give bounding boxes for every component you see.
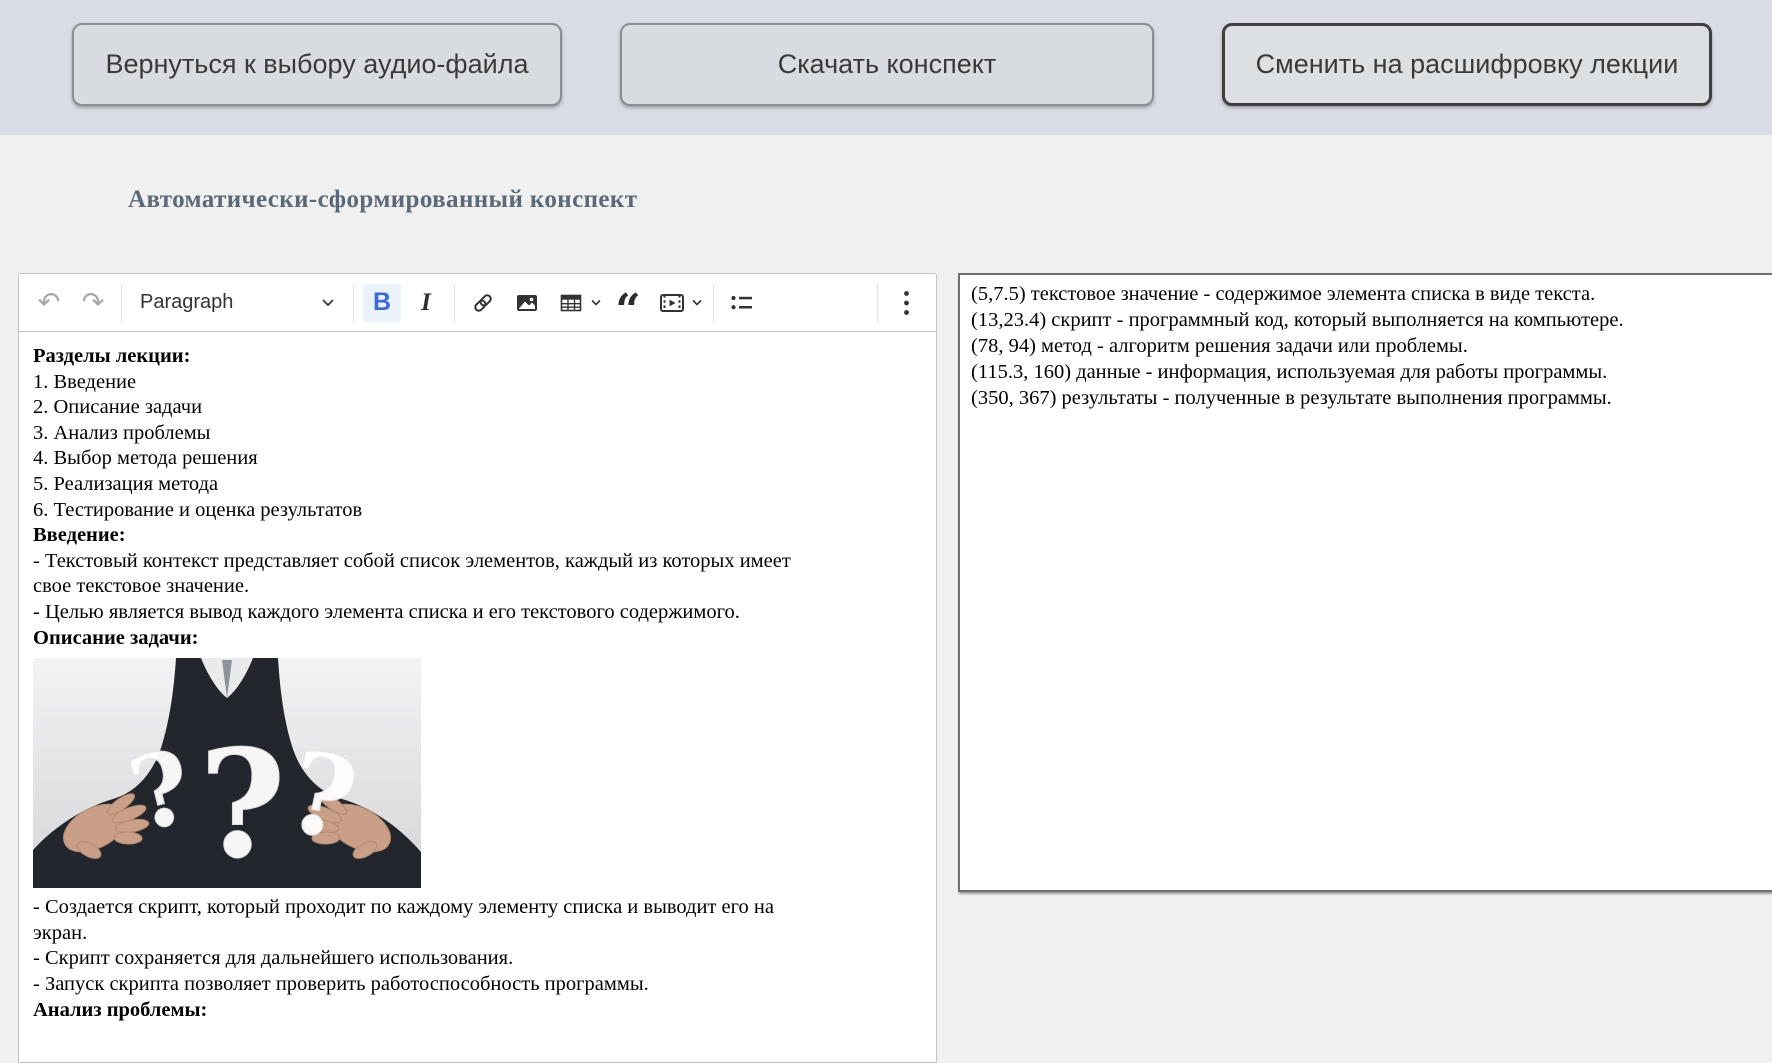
section-heading: Разделы лекции:: [33, 345, 191, 367]
redo-button[interactable]: ↷: [74, 284, 112, 322]
toolbar-overflow-button[interactable]: [887, 284, 925, 322]
insert-media-button[interactable]: [650, 284, 707, 322]
timestamp-line: (350, 367) результаты - полученные в рез…: [971, 387, 1612, 409]
question-marks-photo-image: ? ? ?: [33, 658, 421, 892]
timestamp-line: (78, 94) метод - алгоритм решения задачи…: [971, 335, 1468, 357]
block-quote-icon: “: [615, 285, 641, 337]
overflow-menu-icon: [903, 290, 909, 315]
chevron-down-icon: [322, 299, 334, 307]
block-quote-button[interactable]: “: [609, 284, 647, 337]
toolbar-separator: [454, 283, 455, 322]
italic-button[interactable]: I: [407, 284, 445, 322]
italic-icon: I: [421, 288, 431, 316]
content-line: - Создается скрипт, который проходит по …: [33, 896, 774, 944]
chevron-down-icon: [591, 299, 601, 306]
insert-image-button[interactable]: [508, 284, 546, 322]
content-line: 3. Анализ проблемы: [33, 421, 211, 444]
toolbar-separator: [353, 283, 354, 322]
content-line: - Целью является вывод каждого элемента …: [33, 600, 740, 623]
content-line: - Запуск скрипта позволяет проверить раб…: [33, 972, 649, 995]
svg-text:?: ?: [199, 717, 286, 888]
table-icon: [560, 294, 582, 311]
paragraph-style-label: Paragraph: [140, 291, 234, 313]
chevron-down-icon: [692, 299, 702, 306]
editor-toolbar: ↶ ↷ Paragraph B I “: [19, 274, 936, 332]
content-line: - Скрипт сохраняется для дальнейшего исп…: [33, 947, 514, 970]
content-line: 2. Описание задачи: [33, 396, 203, 419]
question-marks-photo[interactable]: ? ? ?: [33, 658, 421, 892]
section-heading: Описание задачи:: [33, 626, 199, 649]
content-line: - Текстовый контекст представляет собой …: [33, 549, 791, 598]
section-heading: Введение:: [33, 524, 126, 547]
content-line: 4. Выбор метода решения: [33, 447, 258, 470]
media-embed-icon: [660, 293, 684, 312]
undo-button[interactable]: ↶: [30, 284, 68, 322]
editor-content[interactable]: Разделы лекции: 1. Введение 2. Описание за…: [19, 332, 936, 1035]
bulleted-list-icon: [731, 295, 752, 309]
insert-table-button[interactable]: [549, 284, 606, 322]
content-line: 5. Реализация метода: [33, 472, 219, 495]
bulleted-list-button[interactable]: [723, 284, 761, 322]
timestamp-line: (115.3, 160) данные - информация, исполь…: [971, 361, 1608, 383]
bold-button[interactable]: B: [363, 283, 401, 322]
top-button-bar: Вернуться к выбору аудио-файла Скачать к…: [0, 0, 1772, 135]
timestamp-line: (13,23.4) скрипт - программный код, кото…: [971, 309, 1624, 331]
section-heading: Анализ проблемы:: [33, 998, 208, 1021]
back-to-audio-button[interactable]: Вернуться к выбору аудио-файла: [72, 23, 562, 106]
timestamp-line: (5,7.5) текстовое значение - содержимое …: [971, 283, 1596, 305]
content-line: 6. Тестирование и оценка результатов: [33, 498, 363, 521]
link-button[interactable]: [464, 284, 502, 322]
toolbar-separator: [877, 283, 878, 322]
rich-text-editor: ↶ ↷ Paragraph B I “ Разделы лекции: 1. В…: [18, 273, 937, 1063]
page-title: Автоматически-сформированный конспект: [128, 186, 638, 213]
paragraph-style-dropdown[interactable]: Paragraph: [130, 284, 345, 322]
bold-icon: B: [372, 288, 392, 316]
timestamps-panel[interactable]: (5,7.5) текстовое значение - содержимое …: [958, 273, 1772, 892]
image-icon: [517, 294, 537, 311]
switch-to-transcript-button[interactable]: Сменить на расшифровку лекции: [1222, 23, 1712, 106]
toolbar-separator: [121, 283, 122, 322]
link-icon: [474, 293, 492, 312]
toolbar-separator: [713, 283, 714, 322]
redo-icon: ↷: [81, 287, 105, 318]
undo-icon: ↶: [37, 287, 61, 318]
download-summary-button[interactable]: Скачать конспект: [620, 23, 1154, 106]
content-line: 1. Введение: [33, 370, 137, 393]
